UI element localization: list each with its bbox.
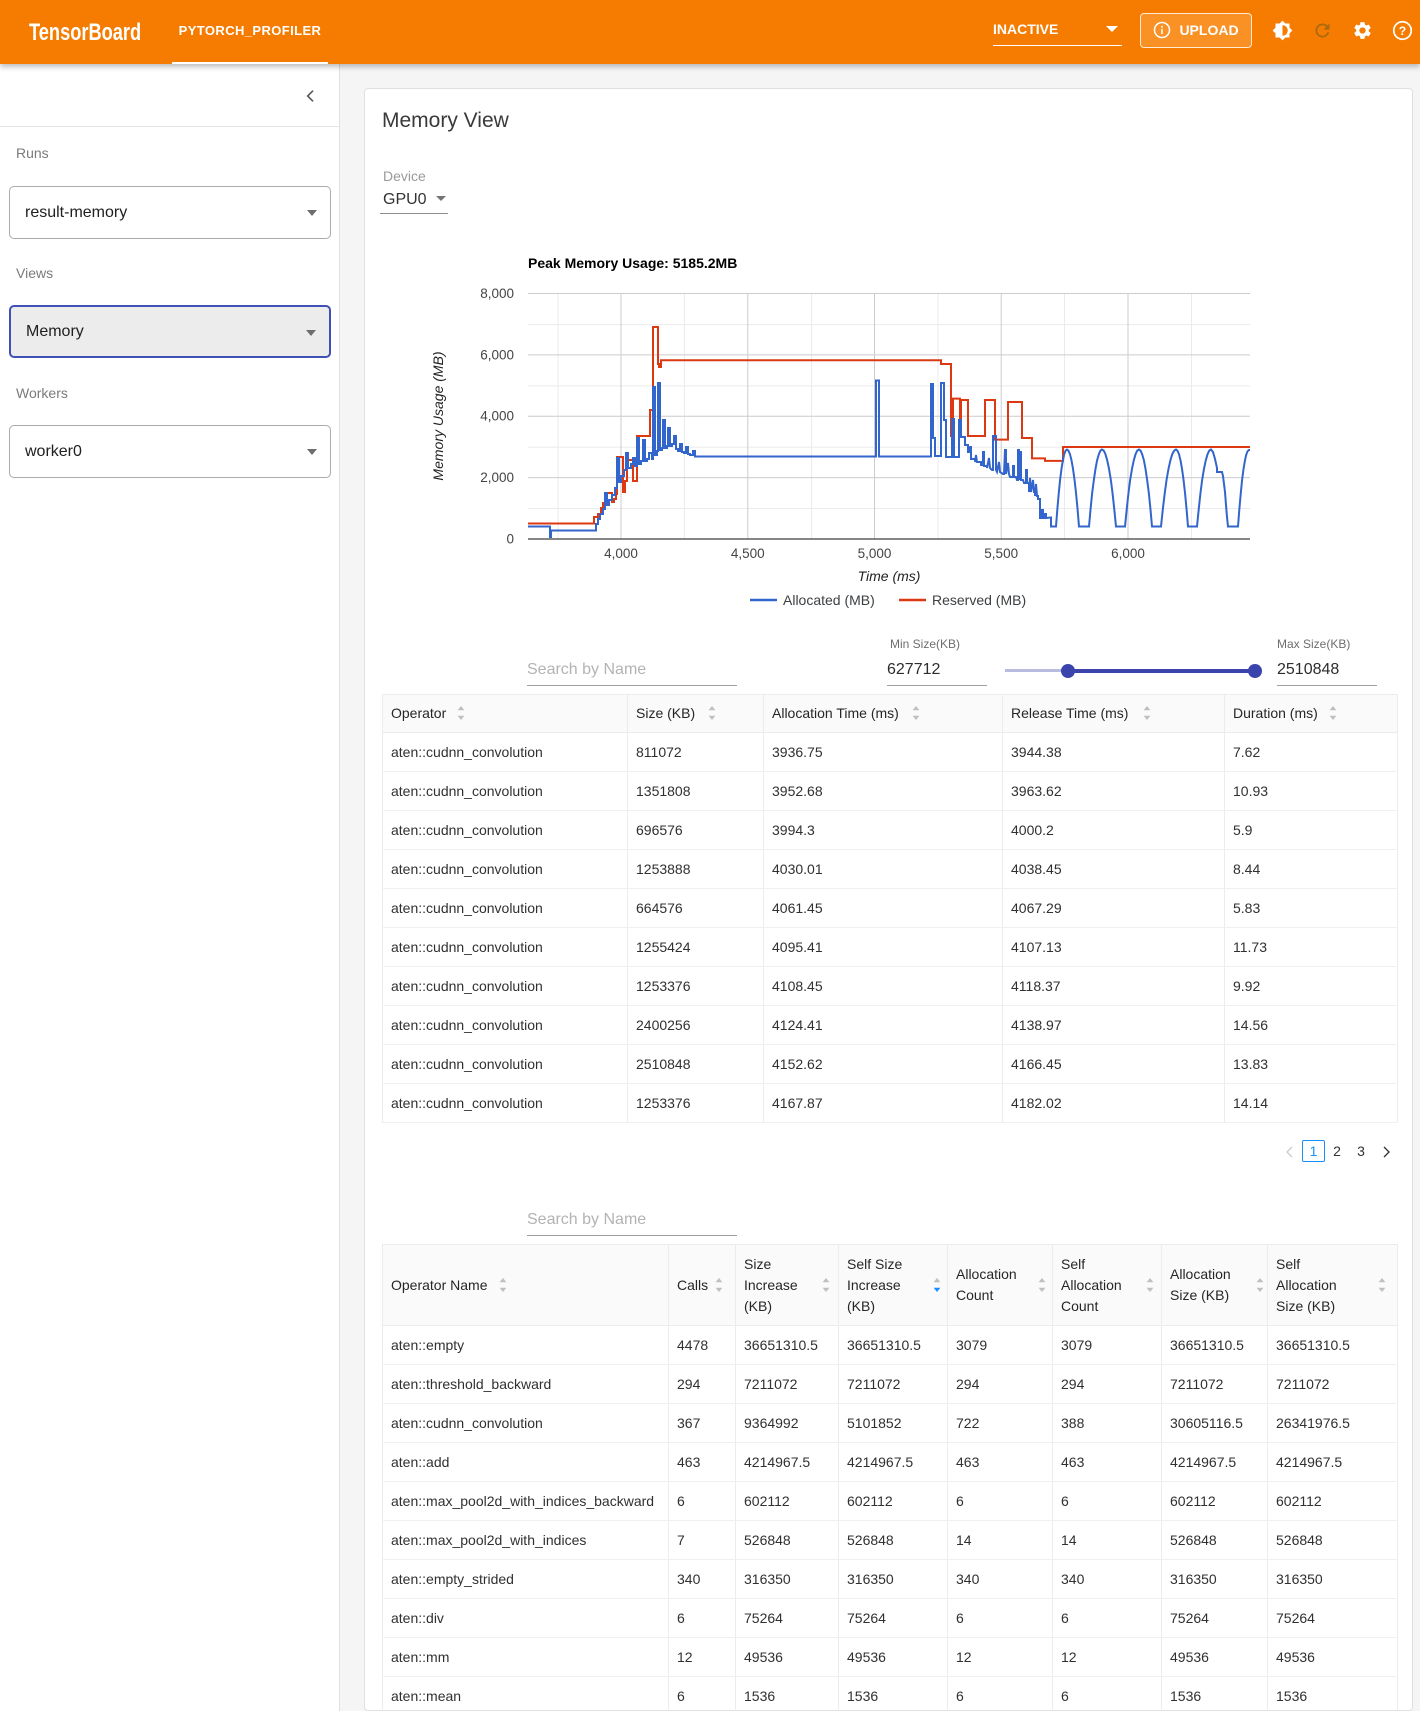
svg-text:4,000: 4,000 <box>480 409 514 424</box>
svg-text:Time (ms): Time (ms) <box>858 568 921 584</box>
svg-text:2,000: 2,000 <box>480 470 514 485</box>
svg-text:4,000: 4,000 <box>604 546 638 561</box>
svg-text:Memory Usage (MB): Memory Usage (MB) <box>430 351 446 480</box>
svg-text:8,000: 8,000 <box>480 286 514 301</box>
svg-text:5,500: 5,500 <box>984 546 1018 561</box>
svg-text:Allocated (MB): Allocated (MB) <box>783 592 875 608</box>
svg-text:Reserved (MB): Reserved (MB) <box>932 592 1026 608</box>
svg-text:0: 0 <box>506 532 514 547</box>
svg-text:5,000: 5,000 <box>858 546 892 561</box>
svg-text:6,000: 6,000 <box>1111 546 1145 561</box>
svg-text:?: ? <box>1399 24 1406 38</box>
svg-text:Peak Memory Usage: 5185.2MB: Peak Memory Usage: 5185.2MB <box>528 255 737 271</box>
svg-text:4,500: 4,500 <box>731 546 765 561</box>
svg-text:6,000: 6,000 <box>480 347 514 362</box>
